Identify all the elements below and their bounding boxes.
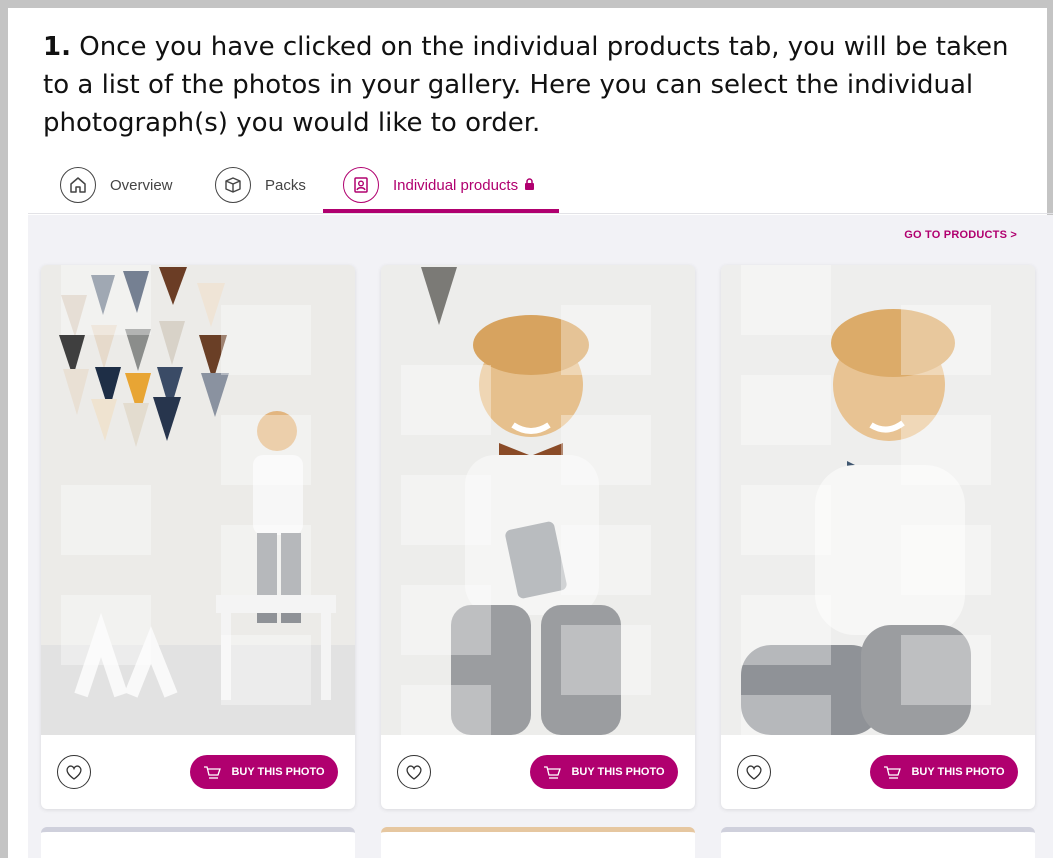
photo-portrait-icon — [343, 167, 379, 203]
photo-card: BUY THIS PHOTO — [41, 265, 355, 809]
photo-card — [721, 827, 1035, 867]
gallery-photo[interactable] — [721, 265, 1035, 735]
gallery-photo[interactable] — [381, 265, 695, 735]
buy-photo-label: BUY THIS PHOTO — [911, 766, 1005, 778]
photo-card: BUY THIS PHOTO — [381, 265, 695, 809]
card-actions: BUY THIS PHOTO — [721, 735, 1035, 809]
tab-overview[interactable]: Overview — [60, 160, 173, 210]
tab-individual-products-label: Individual products — [393, 176, 519, 194]
lock-icon — [524, 177, 535, 194]
home-icon — [60, 167, 96, 203]
buy-photo-button[interactable]: BUY THIS PHOTO — [870, 755, 1018, 789]
heart-icon[interactable] — [397, 755, 431, 789]
photo-card — [381, 827, 695, 867]
tab-packs-label: Packs — [265, 176, 306, 194]
buy-photo-button[interactable]: BUY THIS PHOTO — [530, 755, 678, 789]
card-actions: BUY THIS PHOTO — [41, 735, 355, 809]
go-to-products-link[interactable]: GO TO PRODUCTS > — [904, 229, 1017, 241]
instruction-text: 1. Once you have clicked on the individu… — [43, 28, 1033, 142]
gallery-photo[interactable] — [41, 265, 355, 735]
heart-icon[interactable] — [57, 755, 91, 789]
tab-individual-products[interactable]: Individual products — [343, 160, 535, 210]
photo-gallery: GO TO PRODUCTS > BUY THIS PHOTO BUY THIS… — [28, 215, 1053, 867]
buy-photo-button[interactable]: BUY THIS PHOTO — [190, 755, 338, 789]
photo-card — [41, 827, 355, 867]
tab-divider — [28, 213, 1053, 214]
photo-card: BUY THIS PHOTO — [721, 265, 1035, 809]
tab-packs[interactable]: Packs — [215, 160, 306, 210]
instruction-body: Once you have clicked on the individual … — [43, 32, 1009, 138]
cart-icon — [204, 766, 222, 779]
box-icon — [215, 167, 251, 203]
heart-icon[interactable] — [737, 755, 771, 789]
tab-overview-label: Overview — [110, 176, 173, 194]
cart-icon — [884, 766, 902, 779]
card-actions: BUY THIS PHOTO — [381, 735, 695, 809]
buy-photo-label: BUY THIS PHOTO — [571, 766, 665, 778]
step-number: 1. — [43, 32, 71, 62]
tab-bar: Overview Packs Individual products — [28, 160, 1053, 214]
buy-photo-label: BUY THIS PHOTO — [231, 766, 325, 778]
cart-icon — [544, 766, 562, 779]
